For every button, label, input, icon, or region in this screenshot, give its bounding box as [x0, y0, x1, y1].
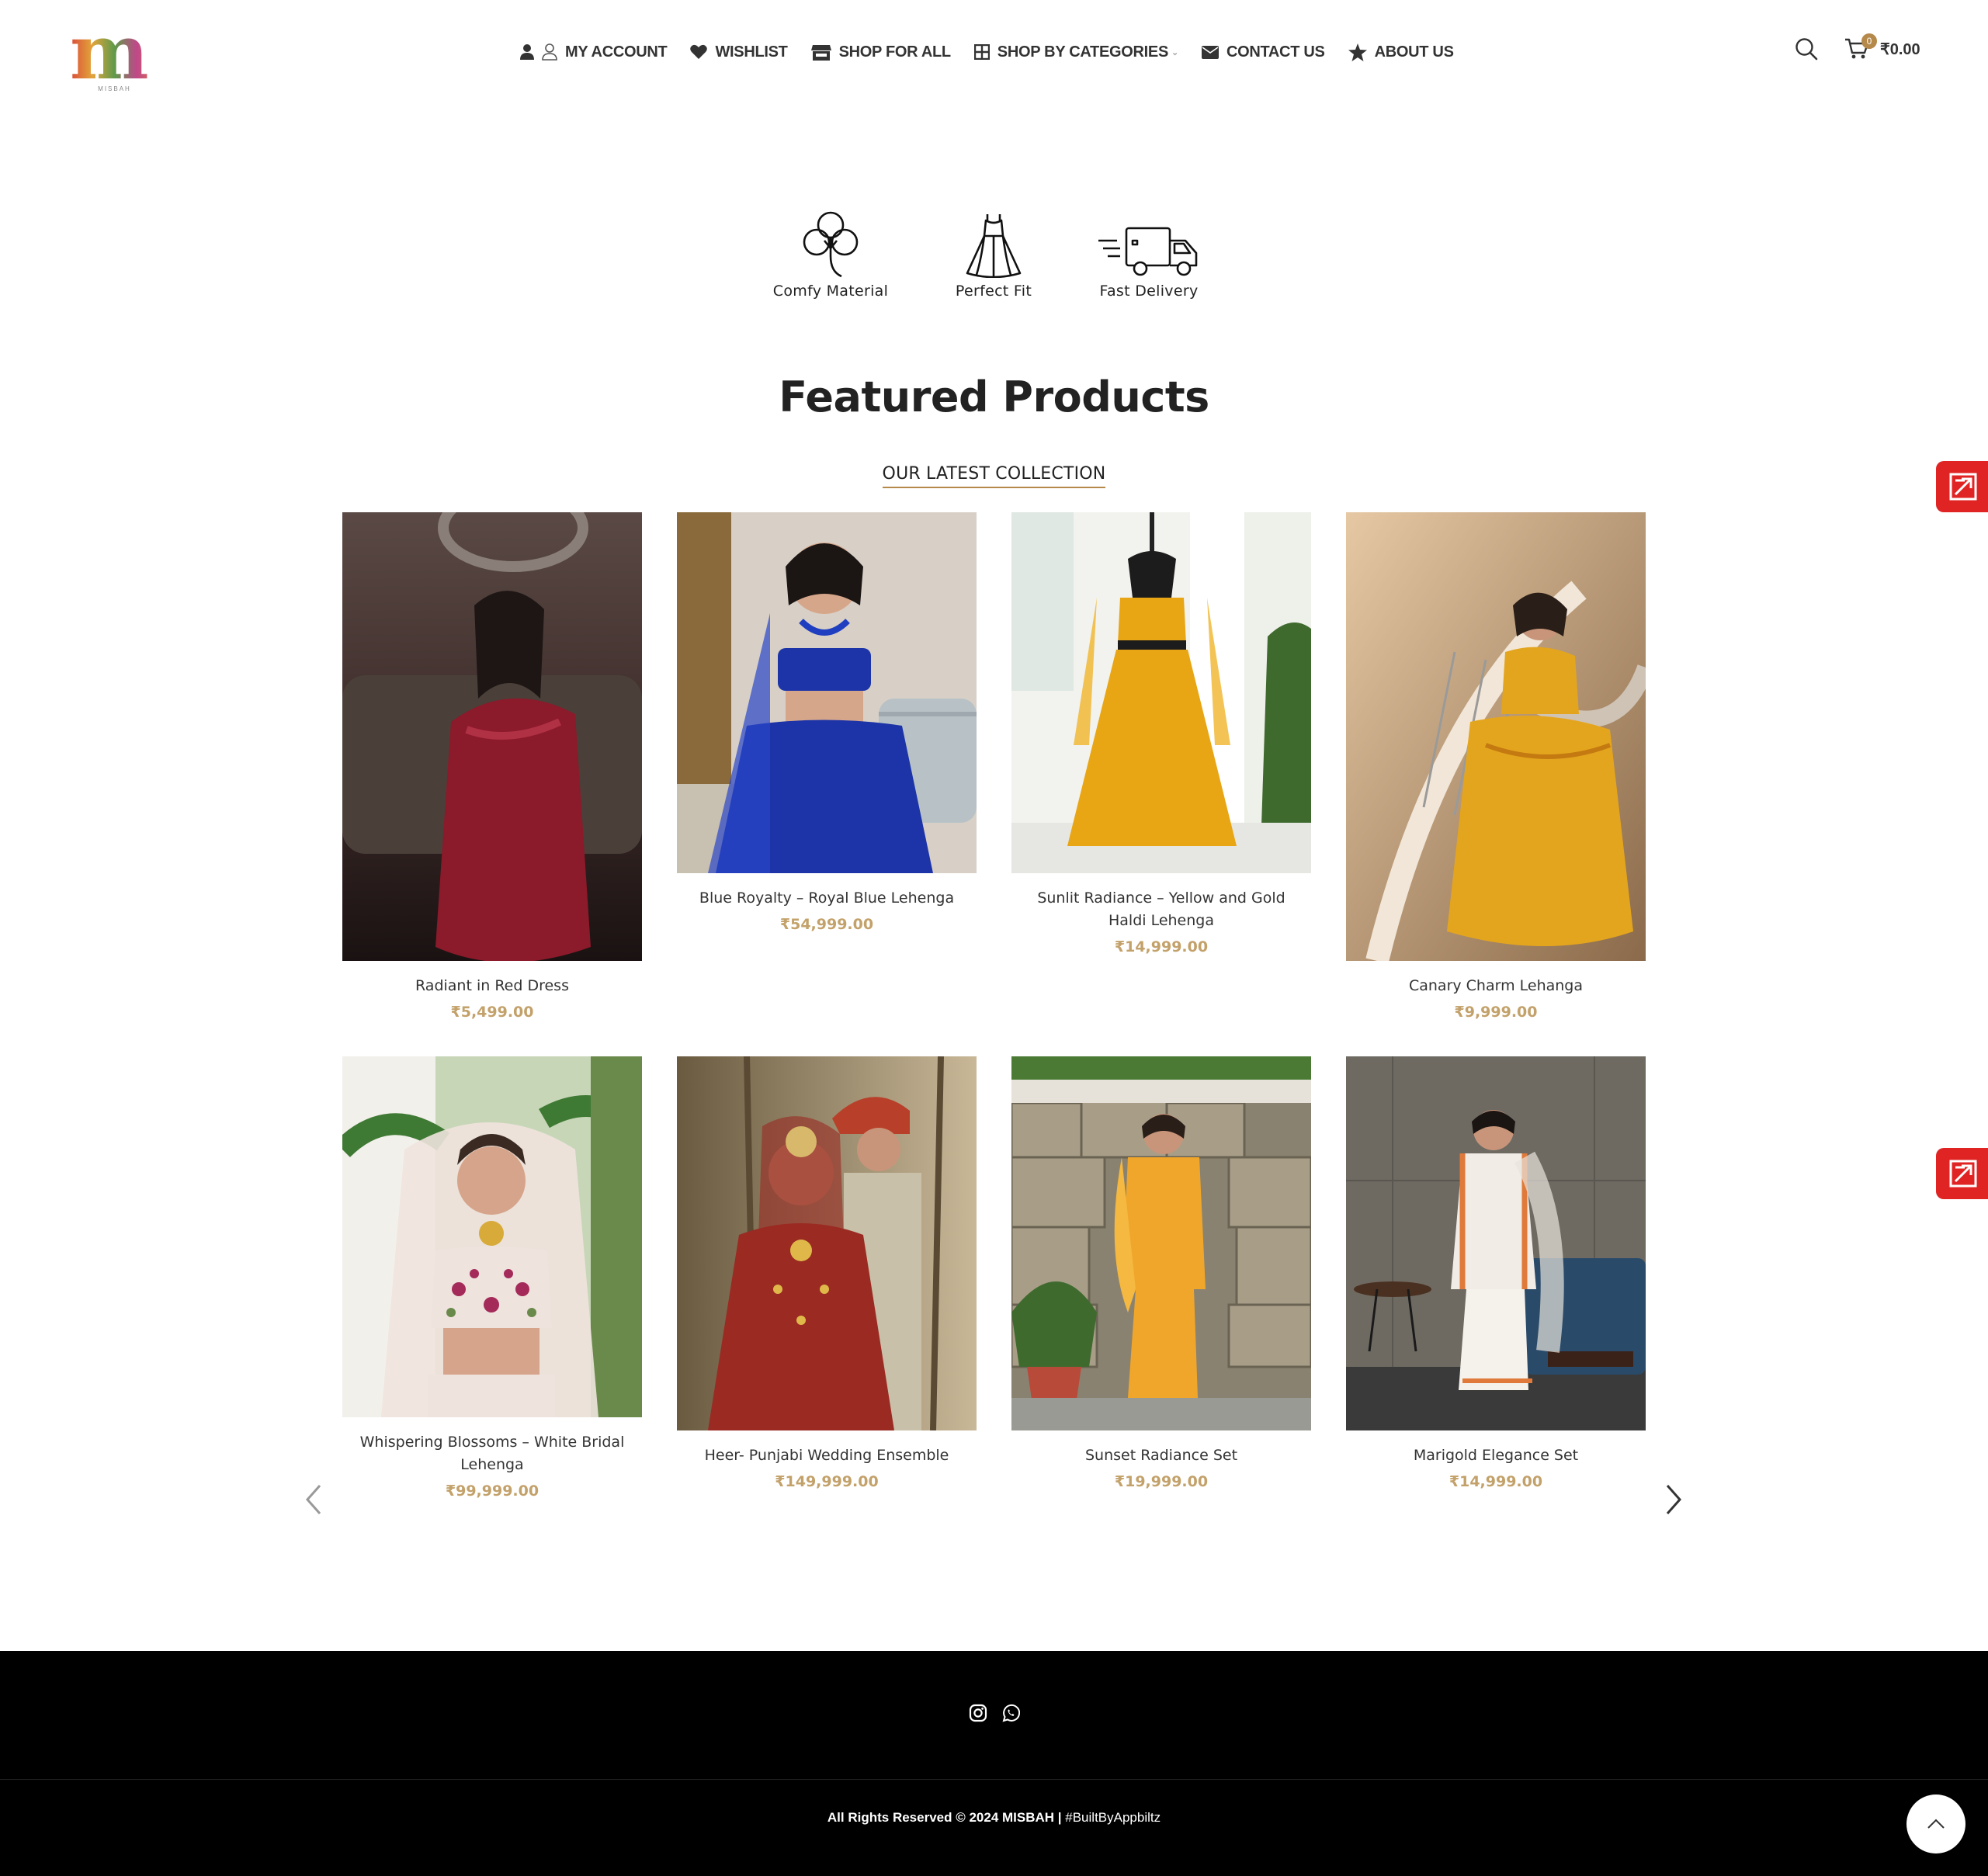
main-nav: MY ACCOUNT WISHLIST SHOP FOR ALL SHOP BY… — [520, 39, 1454, 65]
instagram-icon[interactable] — [969, 1704, 987, 1722]
nav-label: WISHLIST — [715, 43, 788, 61]
zoom-share-icon — [1949, 473, 1977, 501]
feature-label: Comfy Material — [772, 283, 889, 300]
grid-icon — [973, 44, 990, 60]
product-card[interactable]: Canary Charm Lehanga ₹9,999.00 — [1346, 512, 1646, 1021]
feature-label: Fast Delivery — [1099, 283, 1199, 300]
chevron-up-icon — [1927, 1819, 1945, 1829]
cart-button[interactable]: 0 ₹0.00 — [1844, 33, 1920, 60]
product-name[interactable]: Heer- Punjabi Wedding Ensemble — [677, 1444, 977, 1467]
chevron-right-icon — [1666, 1485, 1682, 1514]
dress-icon — [966, 214, 1022, 278]
social-links — [0, 1704, 1988, 1722]
product-image[interactable] — [1011, 512, 1311, 873]
product-card[interactable]: Whispering Blossoms – White Bridal Lehen… — [342, 1056, 642, 1500]
user-outline-icon — [542, 43, 557, 61]
product-price: ₹14,999.00 — [1448, 1473, 1543, 1490]
side-widget-button[interactable] — [1936, 1148, 1988, 1199]
product-price: ₹54,999.00 — [779, 916, 874, 933]
side-widget-button[interactable] — [1936, 461, 1988, 512]
search-icon[interactable] — [1795, 37, 1818, 61]
product-name[interactable]: Sunset Radiance Set — [1011, 1444, 1311, 1467]
product-card[interactable]: Heer- Punjabi Wedding Ensemble ₹149,999.… — [677, 1056, 977, 1490]
carousel-prev-button[interactable] — [301, 1482, 324, 1517]
product-card[interactable]: Marigold Elegance Set ₹14,999.00 — [1346, 1056, 1646, 1490]
section-subtitle-wrap: OUR LATEST COLLECTION — [0, 464, 1988, 488]
site-header: m MISBAH MY ACCOUNT WISHLIST SHOP FOR AL… — [0, 0, 1988, 109]
product-name[interactable]: Marigold Elegance Set — [1346, 1444, 1646, 1467]
section-subtitle[interactable]: OUR LATEST COLLECTION — [882, 464, 1106, 488]
nav-label: MY ACCOUNT — [565, 43, 668, 61]
logo-letter: m — [70, 16, 159, 90]
product-image[interactable] — [677, 1056, 977, 1430]
product-price: ₹99,999.00 — [445, 1482, 540, 1500]
product-name[interactable]: Whispering Blossoms – White Bridal Lehen… — [342, 1431, 642, 1476]
nav-wishlist[interactable]: WISHLIST — [690, 43, 788, 61]
nav-shop-for-all[interactable]: SHOP FOR ALL — [810, 43, 951, 61]
site-logo[interactable]: m MISBAH — [70, 16, 159, 93]
product-price: ₹9,999.00 — [1454, 1004, 1538, 1021]
zoom-share-icon — [1949, 1160, 1977, 1188]
cart-count-badge: 0 — [1861, 33, 1877, 49]
carousel-next-button[interactable] — [1663, 1482, 1686, 1517]
product-price: ₹14,999.00 — [1114, 938, 1209, 955]
site-footer: All Rights Reserved © 2024 MISBAH | #Bui… — [0, 1651, 1988, 1876]
nav-label: ABOUT US — [1374, 43, 1454, 61]
footer-divider — [0, 1779, 1988, 1780]
heart-icon — [690, 44, 708, 59]
product-card[interactable]: Radiant in Red Dress ₹5,499.00 — [342, 512, 642, 1021]
product-image[interactable] — [1011, 1056, 1311, 1430]
copyright: All Rights Reserved © 2024 MISBAH | #Bui… — [0, 1810, 1988, 1826]
product-image[interactable] — [1346, 1056, 1646, 1430]
chevron-left-icon — [305, 1485, 321, 1514]
chevron-down-icon: ⌄ — [1171, 47, 1178, 57]
feature-perfect-fit: Perfect Fit — [932, 203, 1056, 300]
cart-total: ₹0.00 — [1880, 40, 1920, 58]
product-price: ₹149,999.00 — [775, 1473, 879, 1490]
product-name[interactable]: Canary Charm Lehanga — [1346, 975, 1646, 997]
nav-shop-by-categories[interactable]: SHOP BY CATEGORIES ⌄ — [973, 43, 1178, 61]
copyright-text: All Rights Reserved © 2024 MISBAH | — [827, 1810, 1066, 1825]
feature-fast-delivery: Fast Delivery — [1087, 203, 1211, 300]
star-icon — [1348, 43, 1367, 61]
features-strip: Comfy Material Perfect Fit Fast Delivery — [768, 203, 1219, 312]
product-name[interactable]: Radiant in Red Dress — [342, 975, 642, 997]
whatsapp-icon[interactable] — [1001, 1704, 1020, 1722]
feature-comfy-material: Comfy Material — [768, 203, 893, 300]
user-icon — [520, 44, 534, 60]
nav-contact-us[interactable]: CONTACT US — [1201, 43, 1325, 61]
product-image[interactable] — [1346, 512, 1646, 961]
product-card[interactable]: Sunset Radiance Set ₹19,999.00 — [1011, 1056, 1311, 1490]
envelope-icon — [1201, 45, 1219, 59]
product-card[interactable]: Blue Royalty – Royal Blue Lehenga ₹54,99… — [677, 512, 977, 933]
section-title: Featured Products — [779, 373, 1209, 421]
product-price: ₹5,499.00 — [450, 1004, 534, 1021]
feature-label: Perfect Fit — [955, 283, 1032, 300]
nav-label: CONTACT US — [1226, 43, 1325, 61]
back-to-top-button[interactable] — [1906, 1795, 1965, 1853]
product-price: ₹19,999.00 — [1114, 1473, 1209, 1490]
nav-my-account[interactable]: MY ACCOUNT — [520, 43, 668, 61]
truck-icon — [1098, 227, 1198, 276]
header-actions: 0 ₹0.00 — [1795, 33, 1920, 61]
product-image[interactable] — [342, 1056, 642, 1417]
product-name[interactable]: Blue Royalty – Royal Blue Lehenga — [677, 887, 977, 910]
product-card[interactable]: Sunlit Radiance – Yellow and Gold Haldi … — [1011, 512, 1311, 955]
product-image[interactable] — [342, 512, 642, 961]
nav-label: SHOP FOR ALL — [838, 43, 951, 61]
store-icon — [810, 45, 831, 61]
product-name[interactable]: Sunlit Radiance – Yellow and Gold Haldi … — [1011, 887, 1311, 932]
nav-label: SHOP BY CATEGORIES — [997, 43, 1169, 61]
cotton-icon — [803, 211, 859, 278]
nav-about-us[interactable]: ABOUT US — [1348, 43, 1454, 61]
built-by-link[interactable]: #BuiltByAppbiltz — [1065, 1810, 1161, 1825]
product-image[interactable] — [677, 512, 977, 873]
